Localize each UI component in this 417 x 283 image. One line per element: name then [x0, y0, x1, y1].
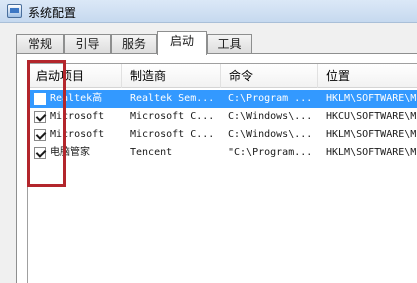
- dialog-body: 常规 引导 服务 启动 工具 启动项目 制造商 命令 位置 Realtek高 R…: [0, 23, 417, 283]
- location-cell: HKCU\SOFTWARE\M...: [326, 111, 417, 122]
- startup-checkbox[interactable]: [34, 93, 46, 105]
- system-config-icon: [7, 4, 22, 18]
- tab-general[interactable]: 常规: [16, 34, 64, 54]
- startup-list: 启动项目 制造商 命令 位置 Realtek高 Realtek Sem... C…: [27, 63, 417, 283]
- command-cell: C:\Windows\...: [228, 129, 313, 140]
- startup-item-name: Microsoft: [50, 129, 105, 140]
- command-cell: C:\Windows\...: [228, 111, 313, 122]
- startup-checkbox[interactable]: [34, 147, 46, 159]
- manufacturer-cell: Microsoft C...: [130, 129, 215, 140]
- location-cell: HKLM\SOFTWARE\M...: [326, 147, 417, 158]
- column-header-command[interactable]: 命令: [221, 64, 318, 88]
- manufacturer-cell: Realtek Sem...: [130, 93, 215, 104]
- startup-item-name: Microsoft: [50, 111, 105, 122]
- table-row[interactable]: Microsoft Microsoft C... C:\Windows\... …: [28, 126, 417, 144]
- startup-item-name: Realtek高: [50, 93, 103, 104]
- tab-startup[interactable]: 启动: [157, 31, 207, 55]
- location-cell: HKLM\SOFTWARE\M...: [326, 129, 417, 140]
- startup-checkbox[interactable]: [34, 129, 46, 141]
- title-bar: 系统配置: [0, 0, 417, 23]
- table-row[interactable]: 电脑管家 Tencent "C:\Program... HKLM\SOFTWAR…: [28, 144, 417, 162]
- command-cell: "C:\Program...: [228, 147, 313, 158]
- column-header-location[interactable]: 位置: [318, 64, 417, 88]
- column-header-startup-item[interactable]: 启动项目: [28, 64, 122, 88]
- location-cell: HKLM\SOFTWARE\M...: [326, 93, 417, 104]
- tab-services[interactable]: 服务: [111, 34, 157, 54]
- command-cell: C:\Program ...: [228, 93, 313, 104]
- startup-item-name: 电脑管家: [50, 147, 90, 158]
- table-row[interactable]: Microsoft Microsoft C... C:\Windows\... …: [28, 108, 417, 126]
- manufacturer-cell: Microsoft C...: [130, 111, 215, 122]
- table-row[interactable]: Realtek高 Realtek Sem... C:\Program ... H…: [28, 90, 417, 108]
- startup-panel: 启动项目 制造商 命令 位置 Realtek高 Realtek Sem... C…: [16, 53, 417, 283]
- window-title: 系统配置: [28, 6, 77, 20]
- column-header-manufacturer[interactable]: 制造商: [122, 64, 221, 88]
- startup-checkbox[interactable]: [34, 111, 46, 123]
- tab-tools[interactable]: 工具: [207, 34, 252, 54]
- manufacturer-cell: Tencent: [130, 147, 173, 158]
- list-header: 启动项目 制造商 命令 位置: [28, 64, 417, 88]
- tab-boot[interactable]: 引导: [64, 34, 111, 54]
